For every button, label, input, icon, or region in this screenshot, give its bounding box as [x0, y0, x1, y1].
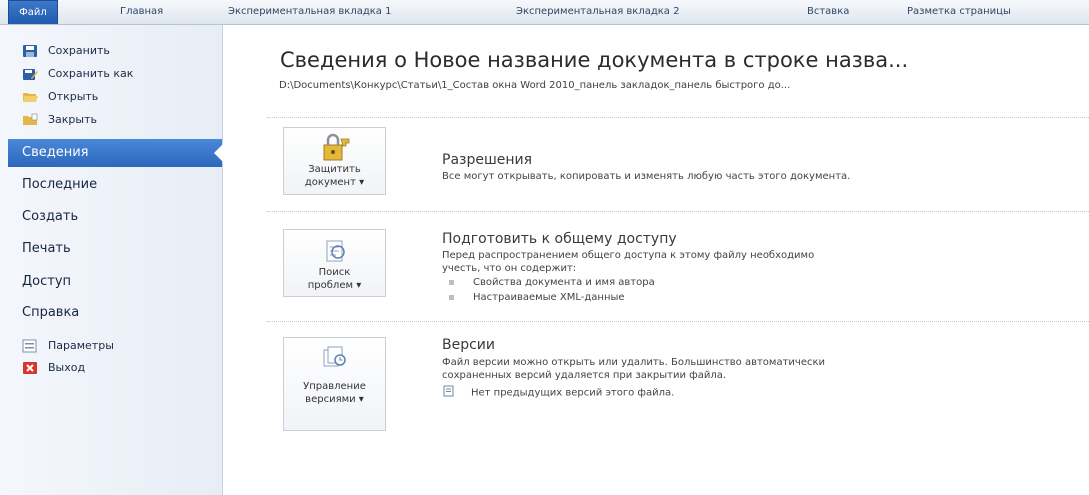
prepare-description-1: Перед распространением общего доступа к … — [442, 250, 815, 261]
close-label: Закрыть — [48, 113, 97, 126]
save-as-command[interactable]: Сохранить как — [22, 65, 133, 83]
divider — [267, 321, 1089, 322]
save-command[interactable]: Сохранить — [22, 42, 110, 60]
sidebar-item-info[interactable]: Сведения — [8, 139, 224, 167]
sidebar-item-recent[interactable]: Последние — [8, 171, 222, 199]
tab-page-layout[interactable]: Разметка страницы — [907, 0, 1011, 24]
save-as-icon — [22, 67, 38, 81]
sidebar-item-new[interactable]: Создать — [8, 203, 222, 231]
check-issues-label-1: Поиск — [318, 267, 351, 278]
tab-experimental-1[interactable]: Экспериментальная вкладка 1 — [228, 0, 391, 24]
document-path: D:\Documents\Конкурс\Статьи\1_Состав окн… — [279, 80, 791, 91]
open-command[interactable]: Открыть — [22, 88, 98, 106]
page-title: Сведения о Новое название документа в ст… — [280, 48, 909, 72]
lock-key-icon — [284, 133, 385, 163]
tab-insert[interactable]: Вставка — [807, 0, 849, 24]
exit-icon — [22, 361, 38, 375]
prepare-description-2: учесть, что он содержит: — [442, 263, 577, 274]
versions-description-1: Файл версии можно открыть или удалить. Б… — [442, 357, 826, 368]
versions-heading: Версии — [442, 337, 495, 353]
list-item: Свойства документа и имя автора — [449, 277, 655, 288]
manage-versions-label-1: Управление — [303, 381, 366, 392]
manage-versions-button[interactable]: Управление версиями ▾ — [283, 337, 386, 431]
protect-document-button[interactable]: Защитить документ ▾ — [283, 127, 386, 195]
tab-experimental-2[interactable]: Экспериментальная вкладка 2 — [516, 0, 679, 24]
check-issues-button[interactable]: Поиск проблем ▾ — [283, 229, 386, 297]
permissions-heading: Разрешения — [442, 152, 533, 168]
sidebar-item-share[interactable]: Доступ — [8, 268, 222, 296]
exit-label: Выход — [48, 361, 86, 374]
sidebar-item-print[interactable]: Печать — [8, 235, 222, 263]
bullet-icon — [449, 294, 454, 300]
close-command[interactable]: Закрыть — [22, 111, 97, 129]
save-icon — [22, 44, 38, 58]
versions-icon — [284, 344, 385, 374]
save-as-label: Сохранить как — [48, 67, 134, 80]
bullet-text: Свойства документа и имя автора — [473, 277, 655, 288]
versions-description-2: сохраненных версий удаляется при закрыти… — [442, 370, 727, 381]
tab-file[interactable]: Файл — [8, 0, 58, 24]
prepare-heading: Подготовить к общему доступу — [442, 231, 677, 247]
bullet-text: Настраиваемые XML-данные — [473, 292, 625, 303]
permissions-description: Все могут открывать, копировать и изменя… — [442, 171, 851, 182]
divider — [267, 211, 1089, 212]
manage-versions-label-2: версиями ▾ — [305, 394, 364, 405]
tab-home[interactable]: Главная — [120, 0, 163, 24]
document-version-icon — [443, 385, 457, 400]
protect-label-1: Защитить — [308, 164, 361, 175]
options-command[interactable]: Параметры — [22, 337, 114, 355]
open-folder-icon — [22, 90, 38, 104]
exit-command[interactable]: Выход — [22, 359, 85, 377]
save-label: Сохранить — [48, 44, 110, 57]
open-label: Открыть — [48, 90, 99, 103]
versions-note: Нет предыдущих версий этого файла. — [443, 385, 674, 400]
options-icon — [22, 339, 38, 353]
check-issues-label-2: проблем ▾ — [307, 280, 362, 291]
list-item: Настраиваемые XML-данные — [449, 292, 625, 303]
versions-note-text: Нет предыдущих версий этого файла. — [471, 387, 675, 399]
protect-label-2: документ ▾ — [304, 177, 365, 188]
divider — [267, 117, 1089, 118]
inspect-document-icon — [284, 238, 385, 266]
options-label: Параметры — [48, 339, 114, 352]
ribbon-tab-bar: Файл Главная Экспериментальная вкладка 1… — [0, 0, 1089, 25]
bullet-icon — [449, 279, 454, 285]
close-folder-icon — [22, 113, 38, 127]
sidebar-item-help[interactable]: Справка — [8, 299, 222, 327]
